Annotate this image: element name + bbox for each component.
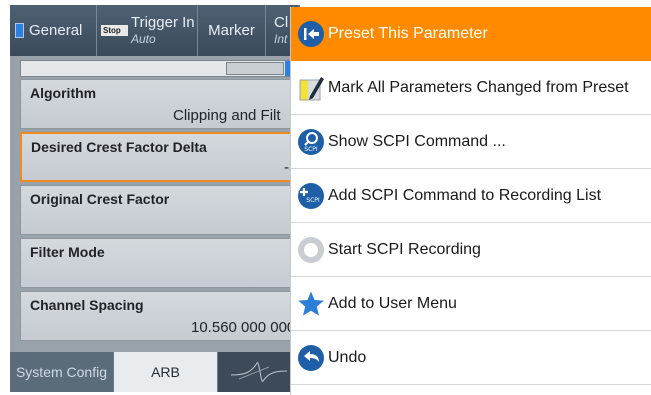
param-label: Algorithm xyxy=(30,85,97,101)
param-value: 10.560 000 000 xyxy=(191,319,296,336)
param-label: Channel Spacing xyxy=(30,297,144,313)
menu-item-label: Add SCPI Command to Recording List xyxy=(328,187,602,204)
menu-item-preset-parameter[interactable]: Preset This Parameter xyxy=(291,7,651,61)
menu-item-add-scpi-recording[interactable]: SCPI Add SCPI Command to Recording List xyxy=(291,169,651,223)
scpi-search-icon: SCPI xyxy=(298,129,324,155)
waveform-icon xyxy=(230,362,287,382)
menu-item-label: Start SCPI Recording xyxy=(328,241,481,258)
tab-system-config-label: System Config xyxy=(15,364,108,380)
param-label: Filter Mode xyxy=(30,244,105,260)
tab-marker[interactable]: Marker xyxy=(198,5,266,56)
param-filter-mode[interactable]: Filter Mode S xyxy=(20,238,300,288)
menu-item-label: Mark All Parameters Changed from Preset xyxy=(328,79,629,96)
param-label: Original Crest Factor xyxy=(30,191,170,207)
menu-item-start-recording[interactable]: Start SCPI Recording xyxy=(291,223,651,277)
menu-item-label: Add to User Menu xyxy=(328,295,457,312)
bottom-tab-bar: System Config ARB xyxy=(10,352,300,392)
param-value: Clipping and Filt xyxy=(173,107,281,124)
tab-trigger-status: Auto xyxy=(131,32,156,46)
undo-icon xyxy=(298,345,324,371)
context-menu: Preset This Parameter Mark All Parameter… xyxy=(290,7,651,395)
param-channel-spacing[interactable]: Channel Spacing 10.560 000 000 xyxy=(20,291,300,341)
tab-system-config[interactable]: System Config xyxy=(10,352,114,392)
tab-general-label: General xyxy=(29,22,83,39)
record-icon xyxy=(298,237,324,263)
menu-item-label: Undo xyxy=(328,349,367,366)
tab-marker-label: Marker xyxy=(208,22,255,39)
menu-item-undo[interactable]: Undo xyxy=(291,331,651,385)
menu-item-label: Preset This Parameter xyxy=(328,25,488,42)
param-algorithm[interactable]: Algorithm Clipping and Filt xyxy=(20,79,300,129)
preset-arrow-icon xyxy=(298,21,324,47)
tab-waveform[interactable] xyxy=(218,352,300,392)
screen: General Stop Trigger In Auto Marker Cl I… xyxy=(0,0,651,395)
menu-item-mark-changed[interactable]: Mark All Parameters Changed from Preset xyxy=(291,61,651,115)
tab-clock-status: Int xyxy=(274,32,288,46)
menu-item-show-scpi[interactable]: SCPI Show SCPI Command ... xyxy=(291,115,651,169)
top-tab-bar: General Stop Trigger In Auto Marker Cl I… xyxy=(10,5,300,56)
svg-text:SCPI: SCPI xyxy=(304,146,318,153)
tab-general[interactable]: General xyxy=(10,5,97,56)
param-original-crest-factor[interactable]: Original Crest Factor 8 xyxy=(20,185,300,235)
menu-item-add-user-menu[interactable]: Add to User Menu xyxy=(291,277,651,331)
param-label: Desired Crest Factor Delta xyxy=(31,139,207,155)
scpi-add-icon: SCPI xyxy=(298,183,324,209)
tab-trigger-in[interactable]: Stop Trigger In Auto xyxy=(97,5,198,56)
svg-text:SCPI: SCPI xyxy=(306,197,320,204)
tab-arb[interactable]: ARB xyxy=(114,352,218,392)
tab-clock-label: Cl xyxy=(274,14,289,31)
active-indicator-icon xyxy=(15,23,24,38)
param-desired-crest-factor-delta[interactable]: Desired Crest Factor Delta -3 xyxy=(20,132,300,182)
mark-pen-icon xyxy=(299,77,324,101)
scroll-strip[interactable] xyxy=(20,60,300,77)
stop-badge: Stop xyxy=(101,25,128,36)
star-icon xyxy=(298,291,324,316)
tab-trigger-label: Trigger In xyxy=(131,14,195,31)
instrument-panel: General Stop Trigger In Auto Marker Cl I… xyxy=(10,5,300,392)
scroll-thumb[interactable] xyxy=(226,62,284,75)
menu-item-label: Show SCPI Command ... xyxy=(328,133,506,150)
tab-arb-label: ARB xyxy=(151,364,180,380)
